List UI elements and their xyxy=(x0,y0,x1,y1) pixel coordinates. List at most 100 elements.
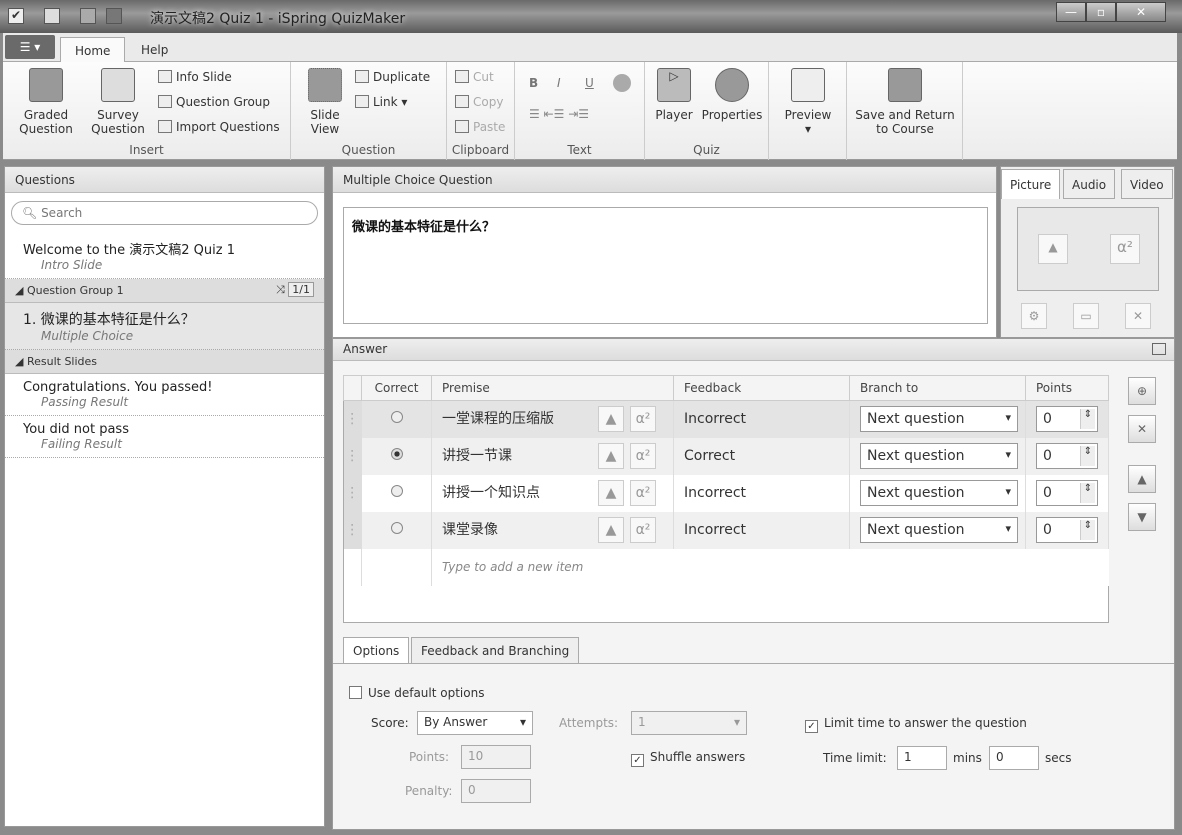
tab-picture[interactable]: Picture xyxy=(1001,169,1061,199)
tab-home[interactable]: Home xyxy=(60,37,126,63)
minimize-button[interactable]: — xyxy=(1056,2,1086,22)
score-select[interactable]: By Answer ▾ xyxy=(417,711,533,735)
graded-question-button[interactable]: Graded Question xyxy=(11,68,81,136)
feedback-cell[interactable]: Correct xyxy=(673,437,850,475)
attempts-select[interactable]: 1 ▾ xyxy=(631,711,747,735)
feedback-cell[interactable]: Incorrect xyxy=(673,511,850,549)
points-stepper[interactable]: 0 xyxy=(1036,443,1098,469)
points-stepper[interactable]: 0 xyxy=(1036,480,1098,506)
file-menu-button[interactable]: ☰ ▾ xyxy=(5,35,55,59)
correct-radio[interactable] xyxy=(390,485,403,497)
tab-video[interactable]: Video xyxy=(1121,169,1173,199)
graded-question-icon xyxy=(29,68,63,102)
hyperlink-icon[interactable] xyxy=(613,74,631,92)
passing-result-item[interactable]: Congratulations. You passed! Passing Resu… xyxy=(5,374,324,416)
add-picture-icon[interactable]: ▲ xyxy=(598,443,624,469)
copy-button[interactable]: Copy xyxy=(455,95,503,109)
underline-button[interactable]: U xyxy=(585,76,594,90)
drag-handle[interactable]: ⋮ xyxy=(343,511,362,549)
close-button[interactable]: ✕ xyxy=(1116,2,1166,22)
tab-help[interactable]: Help xyxy=(127,37,182,63)
media-delete-button[interactable]: ✕ xyxy=(1125,303,1151,329)
tab-options[interactable]: Options xyxy=(343,637,410,664)
correct-radio[interactable] xyxy=(390,448,403,460)
result-slides-header[interactable]: ◢ Result Slides xyxy=(5,350,324,374)
open-folder-icon[interactable] xyxy=(80,8,96,24)
save-return-button[interactable]: Save and Return to Course xyxy=(851,68,959,136)
drag-handle[interactable]: ⋮ xyxy=(343,474,362,512)
slide-view-button[interactable]: Slide View xyxy=(299,68,351,136)
question-text-input[interactable]: 微课的基本特征是什么？ xyxy=(343,207,988,324)
insert-formula-button[interactable]: α² xyxy=(1110,234,1140,264)
limit-time-checkbox[interactable]: ✓ Limit time to answer the question xyxy=(805,716,1027,733)
correct-radio[interactable] xyxy=(390,411,403,424)
link-button[interactable]: Link ▾ xyxy=(355,95,407,109)
move-up-button[interactable]: ▲ xyxy=(1128,465,1156,493)
media-settings-button[interactable]: ⚙ xyxy=(1021,303,1047,329)
formula-icon[interactable]: α² xyxy=(630,443,656,469)
use-default-checkbox[interactable]: Use default options xyxy=(349,686,484,700)
correct-radio[interactable] xyxy=(390,522,403,534)
maximize-button[interactable]: ▫ xyxy=(1086,2,1116,22)
bold-button[interactable]: B xyxy=(529,76,538,90)
formula-icon[interactable]: α² xyxy=(630,406,656,433)
bullet-list-icon[interactable]: ☰ ⇤☰ ⇥☰ xyxy=(529,107,589,121)
premise-input[interactable]: 一堂课程的压缩版 xyxy=(442,408,592,428)
failing-result-item[interactable]: You did not pass Failing Result xyxy=(5,416,324,458)
new-file-icon[interactable] xyxy=(44,8,60,24)
media-folder-button[interactable]: ▭ xyxy=(1073,303,1099,329)
question-group-header[interactable]: ◢ Question Group 1 ⤨ 1/1 xyxy=(5,279,324,303)
drag-handle[interactable]: ⋮ xyxy=(343,400,362,438)
question-group-button[interactable]: Question Group xyxy=(158,95,270,109)
score-label: Score: xyxy=(371,716,409,730)
add-answer-button[interactable]: ⊕ xyxy=(1128,377,1156,405)
seconds-stepper[interactable]: 0 xyxy=(989,746,1039,770)
info-slide-button[interactable]: Info Slide xyxy=(158,70,232,84)
search-input[interactable]: 🔍︎ Search xyxy=(11,201,318,225)
branch-select[interactable]: Next question xyxy=(860,406,1018,433)
feedback-cell[interactable]: Incorrect xyxy=(673,400,850,438)
minutes-stepper[interactable]: 1 xyxy=(897,746,947,770)
points-stepper[interactable]: 10 xyxy=(461,745,531,769)
new-item-input[interactable]: Type to add a new item xyxy=(431,548,1109,586)
insert-picture-button[interactable]: ▲ xyxy=(1038,234,1068,264)
tab-feedback-branching[interactable]: Feedback and Branching xyxy=(411,637,580,664)
new-item-row[interactable]: Type to add a new item xyxy=(343,548,1109,586)
cut-button[interactable]: Cut xyxy=(455,70,494,84)
branch-select[interactable]: Next question xyxy=(860,443,1018,469)
add-picture-icon[interactable]: ▲ xyxy=(598,406,624,433)
import-questions-button[interactable]: Import Questions xyxy=(158,120,280,134)
duplicate-button[interactable]: Duplicate xyxy=(355,70,430,84)
premise-input[interactable]: 讲授一节课 xyxy=(442,445,592,465)
delete-answer-button[interactable]: ✕ xyxy=(1128,415,1156,443)
formula-icon[interactable]: α² xyxy=(630,480,656,506)
move-down-button[interactable]: ▼ xyxy=(1128,503,1156,531)
drag-handle[interactable]: ⋮ xyxy=(343,437,362,475)
formula-icon[interactable]: α² xyxy=(630,517,656,543)
penalty-stepper[interactable]: 0 xyxy=(461,779,531,803)
premise-input[interactable]: 讲授一个知识点 xyxy=(442,482,592,502)
maximize-panel-icon[interactable] xyxy=(1152,343,1166,355)
player-button[interactable]: ▷ Player xyxy=(651,68,697,122)
add-picture-icon[interactable]: ▲ xyxy=(598,517,624,543)
paste-button[interactable]: Paste xyxy=(455,120,505,134)
preview-button[interactable]: Preview ▾ xyxy=(777,68,839,136)
media-drop-area: ▲ α² xyxy=(1017,207,1159,291)
branch-select[interactable]: Next question xyxy=(860,480,1018,506)
save-icon[interactable] xyxy=(106,8,122,24)
shuffle-answers-checkbox[interactable]: ✓ Shuffle answers xyxy=(631,750,745,767)
italic-button[interactable]: I xyxy=(557,76,561,90)
tab-audio[interactable]: Audio xyxy=(1063,169,1116,199)
properties-button[interactable]: Properties xyxy=(699,68,765,122)
media-panel: Picture Audio Video ▲ α² ⚙ ▭ ✕ xyxy=(1000,166,1175,338)
premise-input[interactable]: 课堂录像 xyxy=(442,519,592,539)
survey-question-button[interactable]: Survey Question xyxy=(83,68,153,136)
question-group-label: Question xyxy=(341,143,396,157)
branch-select[interactable]: Next question xyxy=(860,517,1018,543)
points-stepper[interactable]: 0 xyxy=(1036,517,1098,543)
add-picture-icon[interactable]: ▲ xyxy=(598,480,624,506)
feedback-cell[interactable]: Incorrect xyxy=(673,474,850,512)
points-stepper[interactable]: 0 xyxy=(1036,406,1098,433)
intro-slide-item[interactable]: Welcome to the 演示文稿2 Quiz 1 Intro Slide xyxy=(5,233,324,279)
question-item[interactable]: 1. 微课的基本特征是什么？ Multiple Choice xyxy=(5,303,324,350)
